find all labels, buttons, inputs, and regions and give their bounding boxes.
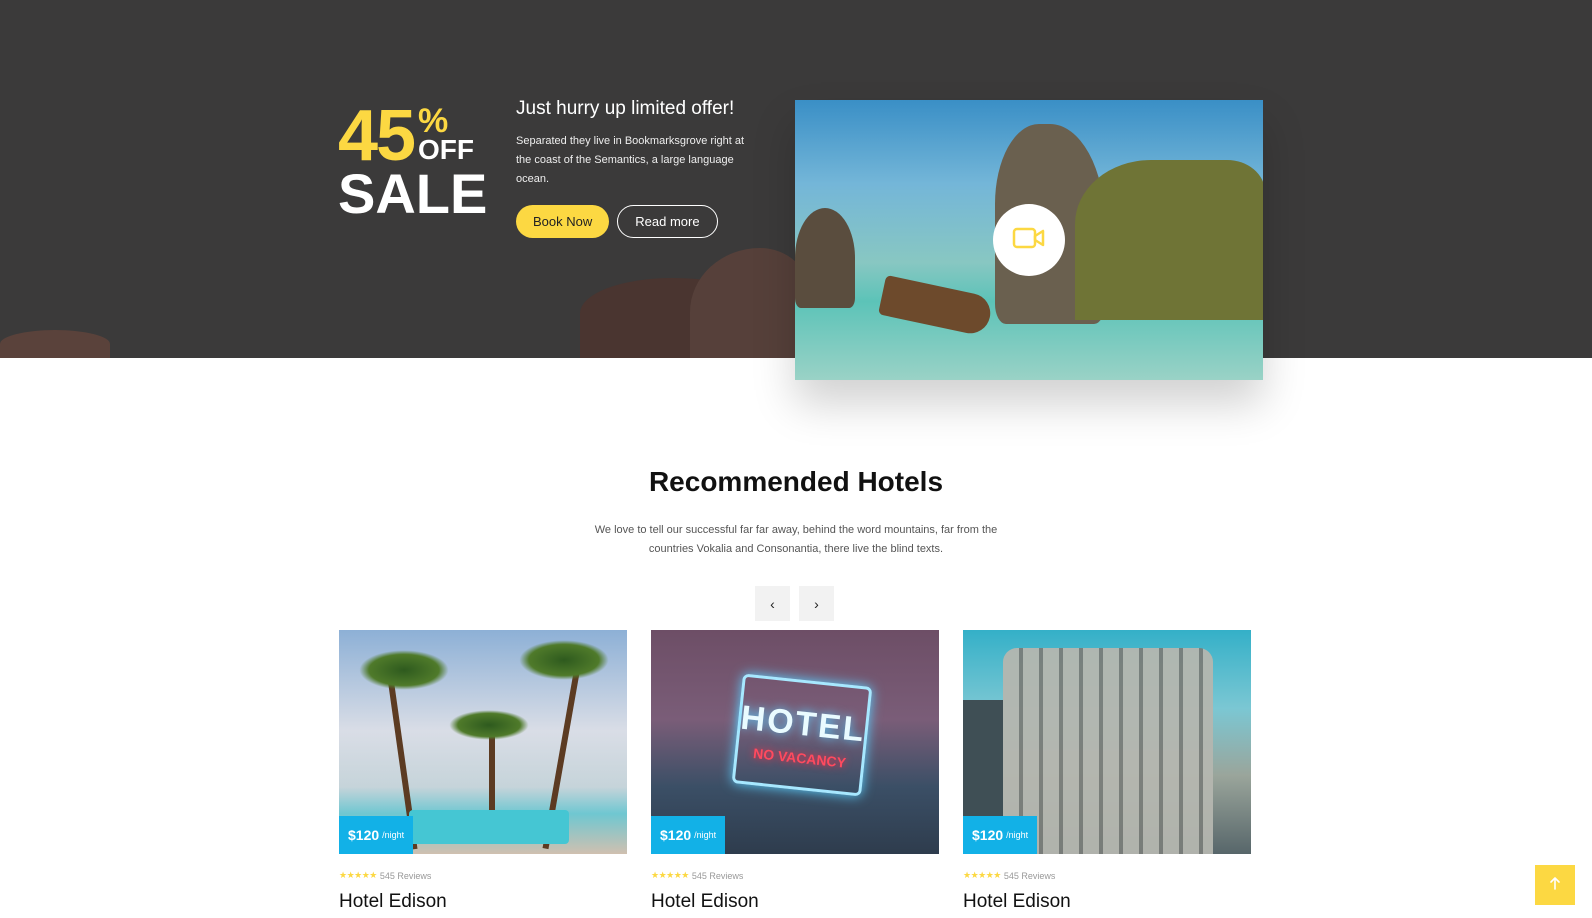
rock-silhouette [690, 248, 810, 358]
rating: ★★★★★ 545 Reviews [651, 870, 939, 881]
rating: ★★★★★ 545 Reviews [963, 870, 1251, 881]
review-count: 545 Reviews [691, 870, 744, 881]
hotel-card[interactable]: HOTEL NO VACANCY $120 /night ★★★★★ 545 R… [651, 630, 939, 913]
scroll-to-top-button[interactable] [1535, 865, 1575, 905]
price-unit: /night [1006, 830, 1029, 840]
hotel-name[interactable]: Hotel Edison [651, 891, 939, 913]
hotel-name[interactable]: Hotel Edison [963, 891, 1251, 913]
book-now-button[interactable]: Book Now [516, 205, 610, 238]
neon-hotel-sign: HOTEL NO VACANCY [731, 673, 873, 797]
offer-block: Just hurry up limited offer! Separated t… [516, 98, 756, 238]
star-icons: ★★★★★ [651, 870, 689, 880]
price-amount: $120 [972, 827, 1004, 843]
section-description: We love to tell our successful far far a… [594, 524, 998, 555]
price-unit: /night [694, 830, 717, 840]
pool [409, 810, 569, 844]
section-title: Recommended Hotels [648, 466, 944, 497]
offer-description: Separated they live in Bookmarksgrove ri… [516, 135, 745, 185]
carousel-prev-button[interactable]: ‹ [755, 586, 790, 621]
play-video-button[interactable] [993, 204, 1065, 276]
cliff-shape [1075, 160, 1263, 320]
hotel-card[interactable]: $120 /night ★★★★★ 545 Reviews Hotel Edis… [339, 630, 627, 913]
sale-label: SALE [338, 162, 488, 225]
carousel-next-button[interactable]: › [799, 586, 834, 621]
price-tag: $120 /night [651, 816, 726, 854]
hotel-name[interactable]: Hotel Edison [339, 891, 627, 913]
review-count: 545 Reviews [379, 870, 432, 881]
promo-video-thumbnail[interactable] [795, 100, 1263, 380]
read-more-button[interactable]: Read more [617, 205, 718, 238]
hotel-image[interactable]: $120 /night [339, 630, 627, 854]
price-tag: $120 /night [963, 816, 1038, 854]
offer-buttons: Book Now Read more [516, 205, 756, 238]
price-amount: $120 [660, 827, 692, 843]
cliff-shape [795, 208, 855, 308]
neon-sign-subtext: NO VACANCY [752, 744, 847, 771]
percent-sign: % [418, 102, 449, 140]
star-icons: ★★★★★ [339, 870, 377, 880]
price-tag: $120 /night [339, 816, 414, 854]
offer-heading: Just hurry up limited offer! [516, 98, 735, 119]
rating: ★★★★★ 545 Reviews [339, 870, 627, 881]
price-unit: /night [382, 830, 405, 840]
price-amount: $120 [348, 827, 380, 843]
palm-fronds [359, 650, 449, 690]
hotel-image[interactable]: HOTEL NO VACANCY $120 /night [651, 630, 939, 854]
video-camera-icon [1012, 226, 1046, 255]
neon-sign-text: HOTEL [738, 698, 868, 750]
rock-silhouette [0, 330, 110, 358]
palm-fronds [519, 640, 609, 680]
star-icons: ★★★★★ [963, 870, 1001, 880]
palm-fronds [449, 710, 529, 740]
arrow-up-icon [1549, 876, 1561, 895]
longtail-boat [878, 275, 994, 337]
hotel-image[interactable]: $120 /night [963, 630, 1251, 854]
hotel-card[interactable]: $120 /night ★★★★★ 545 Reviews Hotel Edis… [963, 630, 1251, 913]
review-count: 545 Reviews [1003, 870, 1056, 881]
